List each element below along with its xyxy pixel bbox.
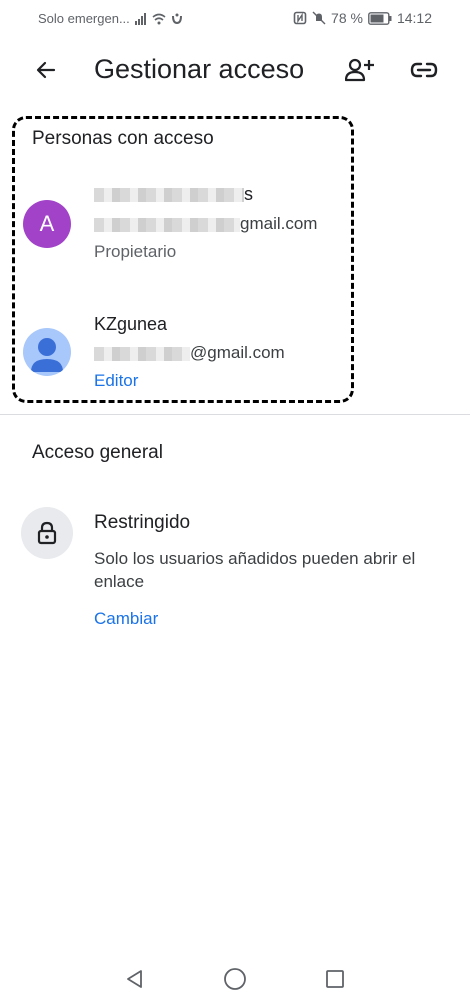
nav-back-button[interactable] [121, 965, 149, 993]
person-name: KZgunea [94, 314, 168, 334]
general-access-title: Acceso general [32, 442, 163, 463]
add-person-button[interactable] [338, 50, 382, 90]
person-name: s [94, 184, 253, 205]
avatar [23, 328, 71, 376]
redacted-name [94, 188, 244, 203]
copy-link-button[interactable] [402, 50, 446, 90]
status-left: Solo emergen... [38, 11, 184, 26]
redacted-email [94, 217, 240, 232]
access-level-description: Solo los usuarios añadidos pueden abrir … [94, 549, 416, 591]
carrier-text: Solo emergen... [38, 11, 130, 26]
battery-percent: 78 % [331, 10, 363, 26]
app-bar: Gestionar acceso [0, 40, 470, 100]
person-email: gmail.com [94, 214, 317, 234]
person-email: @gmail.com [94, 343, 285, 363]
status-bar: Solo emergen... 78 % 14:12 [0, 0, 470, 36]
people-section-title: Personas con acceso [32, 128, 214, 149]
person-avatar-icon [31, 338, 63, 372]
divider [0, 414, 470, 415]
avatar-letter: A [39, 211, 55, 236]
lock-icon [37, 521, 57, 545]
sync-icon [171, 13, 182, 24]
wifi-icon [152, 13, 166, 24]
avatar: A [23, 200, 71, 248]
redacted-email [94, 346, 190, 361]
person-row-owner[interactable]: A s gmail.com Propietario [0, 178, 470, 278]
battery-icon [368, 11, 392, 25]
nav-recents-button[interactable] [321, 965, 349, 993]
nfc-icon [293, 11, 307, 25]
recents-square-icon [326, 970, 344, 988]
signal-icon [134, 12, 146, 25]
back-arrow-icon [36, 61, 56, 79]
status-right: 78 % 14:12 [293, 10, 432, 26]
link-icon [410, 62, 438, 78]
nav-home-button[interactable] [221, 965, 249, 993]
mute-icon [312, 11, 326, 25]
add-person-icon [345, 58, 374, 82]
access-level-label: Restringido [94, 512, 191, 533]
home-circle-icon [224, 968, 246, 990]
person-role: Propietario [94, 242, 177, 261]
back-button[interactable] [22, 50, 70, 90]
lock-icon-container [21, 507, 73, 559]
role-editor-link[interactable]: Editor [94, 371, 138, 391]
clock: 14:12 [396, 10, 432, 26]
page-title: Gestionar acceso [94, 54, 305, 84]
back-triangle-icon [127, 970, 142, 988]
system-nav-bar [0, 955, 470, 1003]
person-row-editor[interactable]: KZgunea @gmail.com Editor [0, 310, 470, 394]
change-access-button[interactable]: Cambiar [94, 609, 158, 629]
